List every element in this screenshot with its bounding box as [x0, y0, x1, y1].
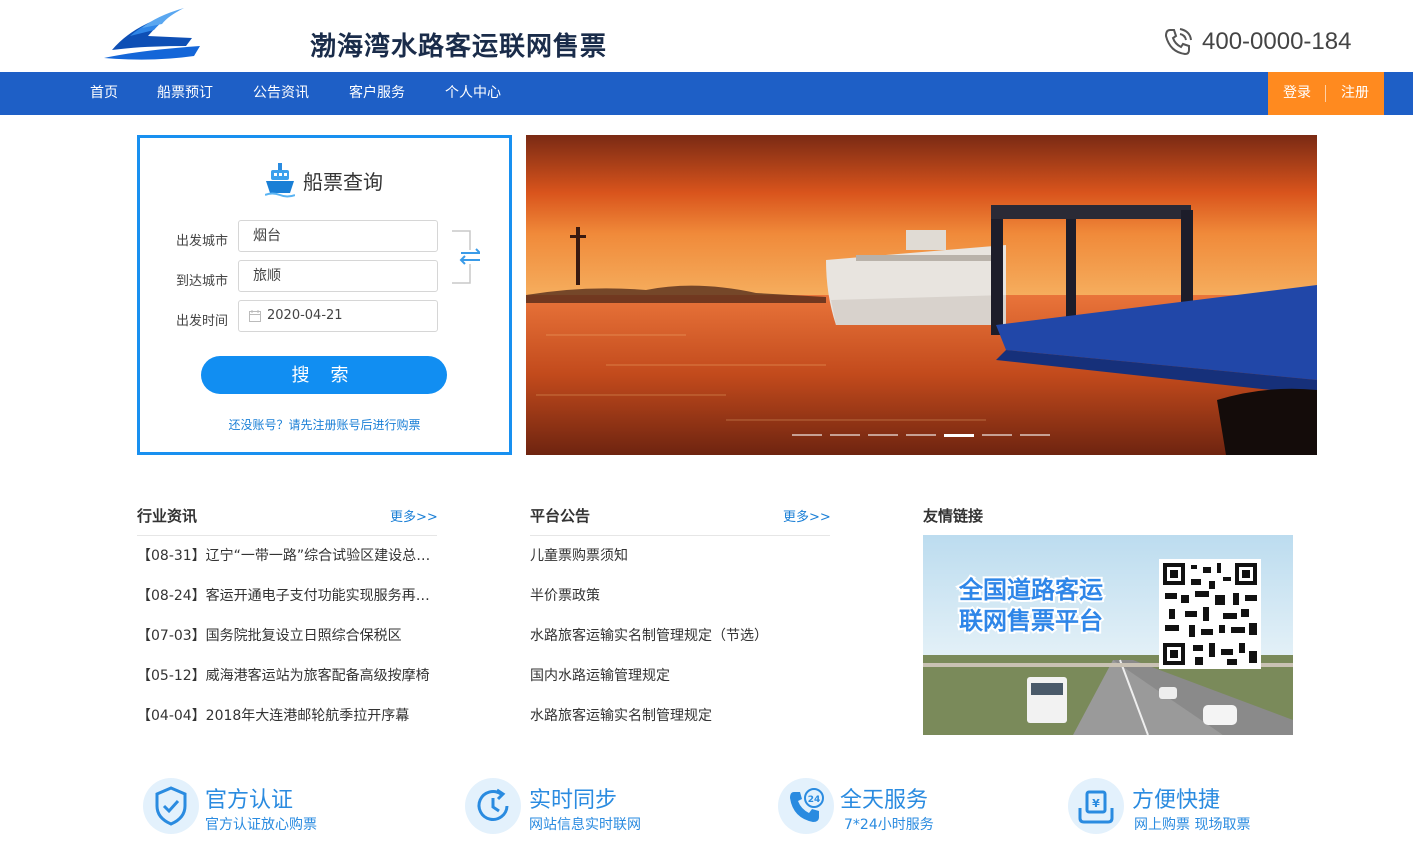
- feature-convenient-sub: 网上购票 现场取票: [1134, 817, 1251, 833]
- friend-link-banner[interactable]: 全国道路客运 联网售票平台: [923, 535, 1293, 735]
- news-item[interactable]: 【07-03】国务院批复设立日照综合保税区: [137, 625, 437, 645]
- news-item[interactable]: 【08-31】辽宁“一带一路”综合试验区建设总体方案: [137, 545, 437, 565]
- highway-qr-banner-image: 全国道路客运 联网售票平台: [923, 535, 1293, 735]
- notice-item[interactable]: 水路旅客运输实名制管理规定: [530, 705, 830, 725]
- platform-notice-more-link[interactable]: 更多>>: [783, 506, 831, 525]
- industry-news-divider: [137, 535, 437, 536]
- departure-date-input[interactable]: 2020-04-21: [238, 300, 438, 332]
- feature-allday-sub: 7*24小时服务: [844, 817, 934, 833]
- notice-item[interactable]: 国内水路运输管理规定: [530, 665, 830, 685]
- calendar-icon: [249, 310, 261, 322]
- sunset-ferry-image: [526, 135, 1317, 455]
- banner-dot-2[interactable]: [830, 434, 860, 436]
- departure-date-value: 2020-04-21: [267, 308, 343, 323]
- industry-news-title: 行业资讯: [137, 507, 198, 525]
- search-panel-title-text: 船票查询: [303, 169, 383, 194]
- clock-sync-icon: [477, 788, 509, 821]
- ticket-search-panel: 船票查询 出发城市 烟台 到达城市 旅顺 出发时间 2020-04-21 搜 索…: [137, 135, 512, 455]
- auth-bar: 登录 注册: [1268, 72, 1384, 115]
- feature-official-title: 官方认证: [205, 788, 294, 813]
- swap-cities-icon[interactable]: [452, 230, 480, 284]
- search-button[interactable]: 搜 索: [201, 356, 447, 394]
- site-logo-text: 渤海湾水路客运联网售票: [310, 32, 608, 62]
- banner-dot-4[interactable]: [906, 434, 936, 436]
- banner-dot-1[interactable]: [792, 434, 822, 436]
- platform-notice-divider: [530, 535, 830, 536]
- to-city-label: 到达城市: [176, 274, 229, 289]
- phone-icon: [1164, 28, 1192, 56]
- from-city-label: 出发城市: [176, 234, 229, 249]
- search-panel-title: 船票查询: [265, 160, 383, 200]
- register-link[interactable]: 注册: [1341, 72, 1369, 115]
- notice-item[interactable]: 儿童票购票须知: [530, 545, 830, 565]
- friend-banner-line2: 联网售票平台: [959, 607, 1103, 635]
- hero-banner[interactable]: [526, 135, 1317, 455]
- feature-allday-title: 全天服务: [840, 788, 929, 813]
- news-item[interactable]: 【05-12】威海港客运站为旅客配备高级按摩椅: [137, 665, 437, 685]
- news-item[interactable]: 【04-04】2018年大连港邮轮航季拉开序幕: [137, 705, 437, 725]
- site-header: 渤海湾水路客运联网售票 400-0000-184: [0, 0, 1413, 72]
- friend-links-title: 友情链接: [923, 507, 984, 525]
- register-tip-link[interactable]: 还没账号？请先注册账号后进行购票: [140, 416, 509, 433]
- platform-notice-title: 平台公告: [530, 507, 591, 525]
- ship-icon: [265, 163, 295, 198]
- feature-official-sub: 官方认证放心购票: [205, 817, 317, 833]
- from-city-input[interactable]: 烟台: [238, 220, 438, 252]
- notice-item[interactable]: 水路旅客运输实名制管理规定（节选）: [530, 625, 830, 645]
- feature-realtime-title: 实时同步: [529, 788, 618, 813]
- svg-text:24: 24: [808, 795, 821, 805]
- login-link[interactable]: 登录: [1283, 72, 1311, 115]
- banner-dot-7[interactable]: [1020, 434, 1050, 436]
- feature-convenient-title: 方便快捷: [1132, 788, 1221, 813]
- nav-item-user-center[interactable]: 个人中心: [445, 72, 501, 115]
- banner-dot-5[interactable]: [944, 434, 974, 437]
- friend-banner-line1: 全国道路客运: [958, 576, 1103, 604]
- industry-news-more-link[interactable]: 更多>>: [390, 506, 438, 525]
- nav-item-ticket-booking[interactable]: 船票预订: [157, 72, 213, 115]
- banner-dot-6[interactable]: [982, 434, 1012, 436]
- hotline: 400-0000-184: [1162, 26, 1351, 58]
- feature-realtime-sub: 网站信息实时联网: [529, 817, 641, 833]
- hotline-number: 400-0000-184: [1202, 28, 1352, 55]
- nav-item-news[interactable]: 公告资讯: [253, 72, 309, 115]
- nav-item-home[interactable]: 首页: [90, 72, 118, 115]
- site-logo[interactable]: 渤海湾水路客运联网售票: [102, 6, 606, 64]
- shield-check-icon: [155, 786, 187, 826]
- to-city-input[interactable]: 旅顺: [238, 260, 438, 292]
- main-nav: 首页 船票预订 公告资讯 客户服务 个人中心 登录 注册: [0, 72, 1413, 115]
- payment-hand-icon: ¥: [1078, 790, 1114, 824]
- departure-date-label: 出发时间: [176, 314, 229, 329]
- auth-divider: [1325, 85, 1326, 102]
- phone-24-icon: 24: [790, 788, 824, 822]
- nav-item-customer-service[interactable]: 客户服务: [349, 72, 405, 115]
- banner-dot-3[interactable]: [868, 434, 898, 436]
- svg-text:¥: ¥: [1092, 797, 1100, 810]
- notice-item[interactable]: 半价票政策: [530, 585, 830, 605]
- ship-logo-icon: [104, 8, 200, 60]
- news-item[interactable]: 【08-24】客运开通电子支付功能实现服务再升级: [137, 585, 437, 605]
